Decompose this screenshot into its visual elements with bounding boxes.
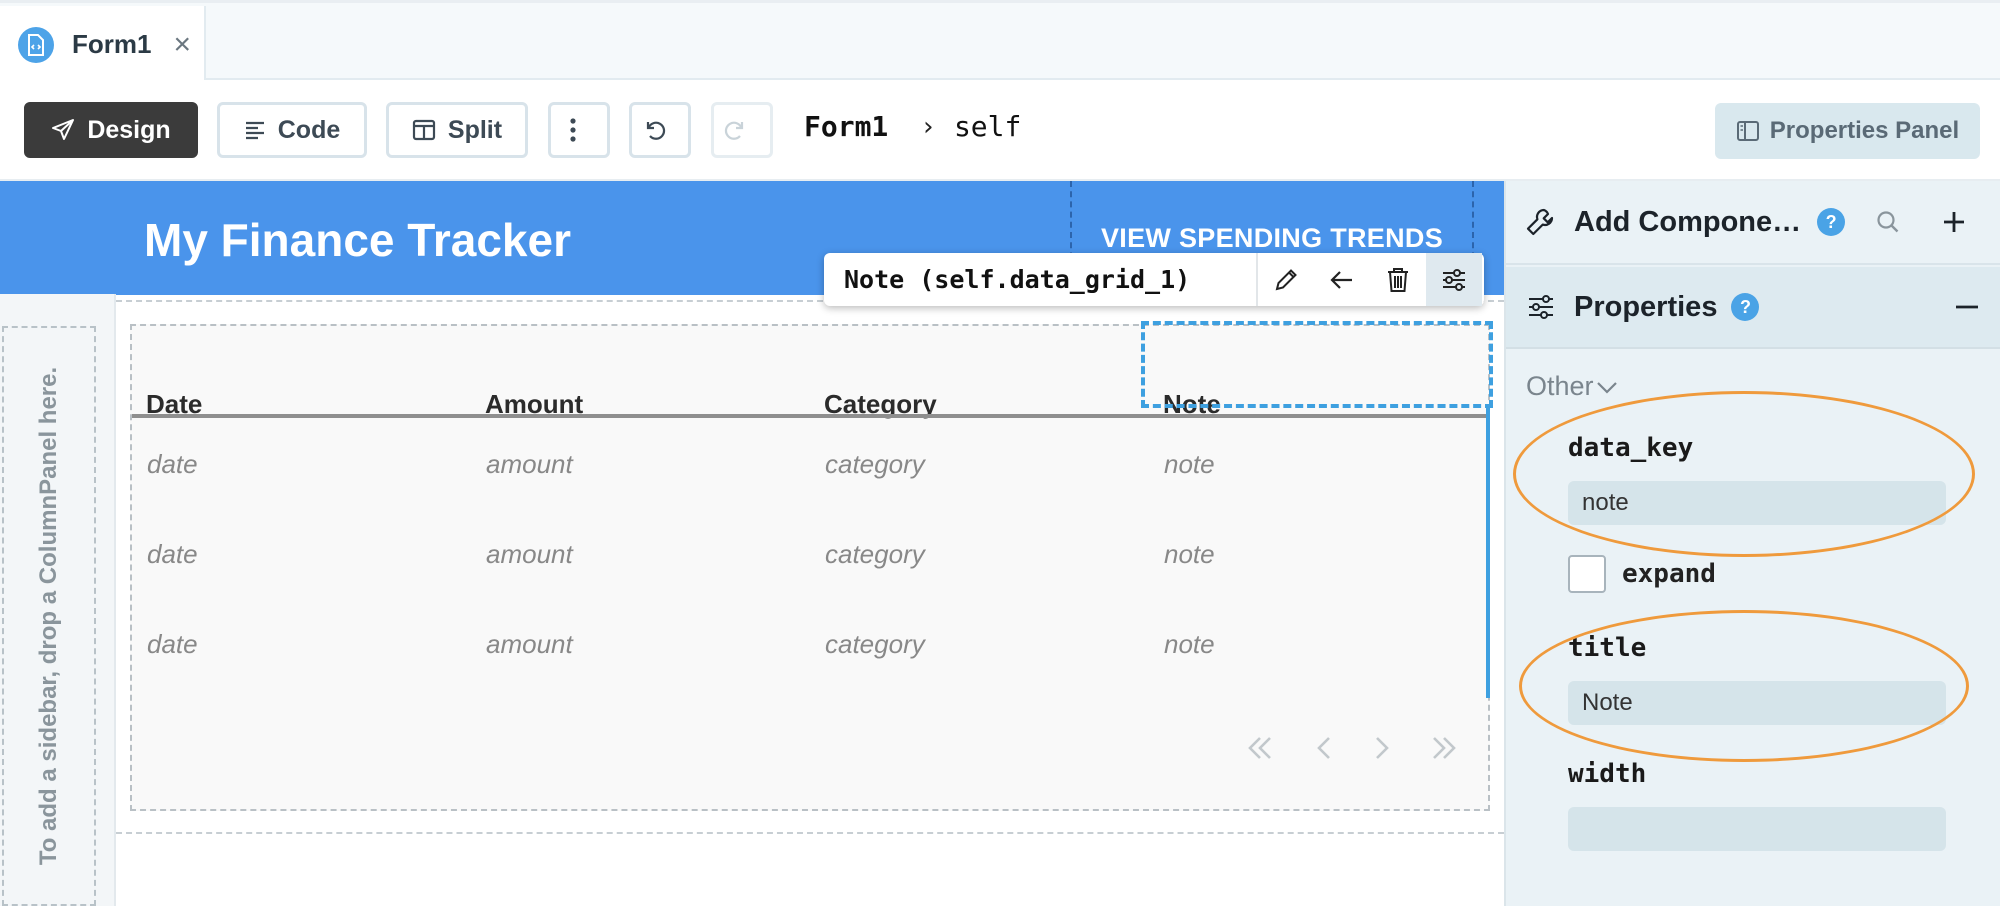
more-options-button[interactable] xyxy=(548,102,610,158)
property-group-other[interactable]: Other xyxy=(1526,371,1618,402)
properties-header[interactable]: Properties ? xyxy=(1506,267,2000,349)
sidebar-hint: To add a sidebar, drop a ColumnPanel her… xyxy=(35,366,63,866)
properties-panel-label: Properties Panel xyxy=(1769,117,1960,144)
split-label: Split xyxy=(447,115,503,144)
breadcrumb-form[interactable]: Form1 xyxy=(804,110,888,143)
design-label: Design xyxy=(87,115,171,144)
component-name: Note (self.data_grid_1) xyxy=(844,265,1191,294)
help-icon[interactable]: ? xyxy=(1731,293,1760,321)
cell-amount[interactable]: amount xyxy=(486,539,573,570)
cell-amount[interactable]: amount xyxy=(486,629,573,660)
sidebar-panel-icon xyxy=(1736,121,1759,141)
wrench-icon xyxy=(1524,206,1556,238)
app-title[interactable]: My Finance Tracker xyxy=(144,213,571,267)
breadcrumb-separator: › xyxy=(920,111,936,142)
last-page-icon[interactable] xyxy=(1424,728,1464,768)
header-divider xyxy=(132,414,1490,418)
cell-date[interactable]: date xyxy=(147,629,198,660)
expand-label: expand xyxy=(1622,559,1716,589)
properties-title: Properties xyxy=(1574,290,1718,323)
highlight-ring-title xyxy=(1519,610,1969,762)
breadcrumb: Form1 › self xyxy=(804,110,1021,143)
add-components-title: Add Compone… xyxy=(1574,205,1802,238)
highlight-ring-data-key xyxy=(1513,391,1975,557)
undo-button[interactable] xyxy=(629,102,691,158)
right-panel: Add Compone… ? Properties ? Other data_k… xyxy=(1504,181,2000,906)
previous-page-icon[interactable] xyxy=(1304,728,1344,768)
redo-button[interactable] xyxy=(711,102,773,158)
first-page-icon[interactable] xyxy=(1240,728,1280,768)
width-input[interactable] xyxy=(1568,807,1946,851)
help-icon[interactable]: ? xyxy=(1817,208,1846,236)
component-toolbar: Note (self.data_grid_1) xyxy=(824,253,1484,306)
code-label: Code xyxy=(277,115,341,144)
chevron-down-icon xyxy=(1596,381,1617,394)
tab-label: Form1 xyxy=(72,29,152,59)
split-view-icon xyxy=(412,119,436,141)
sliders-icon xyxy=(1526,293,1556,321)
arrow-left-icon[interactable] xyxy=(1314,253,1370,306)
more-vertical-icon xyxy=(570,118,576,142)
selected-column-edge xyxy=(1486,408,1490,698)
selected-column-outline xyxy=(1141,321,1493,408)
cell-note[interactable]: note xyxy=(1164,629,1215,660)
trash-icon[interactable] xyxy=(1370,253,1426,306)
breadcrumb-self[interactable]: self xyxy=(954,110,1021,143)
close-icon[interactable]: × xyxy=(173,29,191,60)
redo-icon xyxy=(724,121,744,140)
form-file-icon xyxy=(18,26,54,63)
paper-plane-icon xyxy=(52,119,75,140)
cell-note[interactable]: note xyxy=(1164,539,1215,570)
pencil-icon[interactable] xyxy=(1258,253,1314,306)
cell-date[interactable]: date xyxy=(147,539,198,570)
sliders-icon[interactable] xyxy=(1426,253,1482,306)
code-button[interactable]: Code xyxy=(217,102,367,158)
undo-icon xyxy=(646,121,666,140)
cell-category[interactable]: category xyxy=(825,449,925,480)
cell-amount[interactable]: amount xyxy=(486,449,573,480)
align-left-icon xyxy=(245,121,264,140)
next-page-icon[interactable] xyxy=(1362,728,1402,768)
width-label: width xyxy=(1568,759,1647,789)
tab-form1[interactable]: Form1 × xyxy=(0,6,206,83)
split-button[interactable]: Split xyxy=(386,102,528,158)
design-button[interactable]: Design xyxy=(24,102,198,158)
search-icon[interactable] xyxy=(1875,209,1901,235)
plus-icon[interactable] xyxy=(1941,209,1967,235)
collapse-icon[interactable] xyxy=(1955,304,1979,310)
cell-note[interactable]: note xyxy=(1164,449,1215,480)
properties-panel-button[interactable]: Properties Panel xyxy=(1715,103,1980,159)
sidebar-drop-zone[interactable]: To add a sidebar, drop a ColumnPanel her… xyxy=(2,326,96,906)
cell-category[interactable]: category xyxy=(825,539,925,570)
cell-category[interactable]: category xyxy=(825,629,925,660)
group-label: Other xyxy=(1526,371,1594,401)
tab-bar: Form1 × xyxy=(0,0,2000,83)
cell-date[interactable]: date xyxy=(147,449,198,480)
add-components-header[interactable]: Add Compone… ? xyxy=(1506,181,2000,265)
expand-checkbox[interactable] xyxy=(1568,555,1606,593)
